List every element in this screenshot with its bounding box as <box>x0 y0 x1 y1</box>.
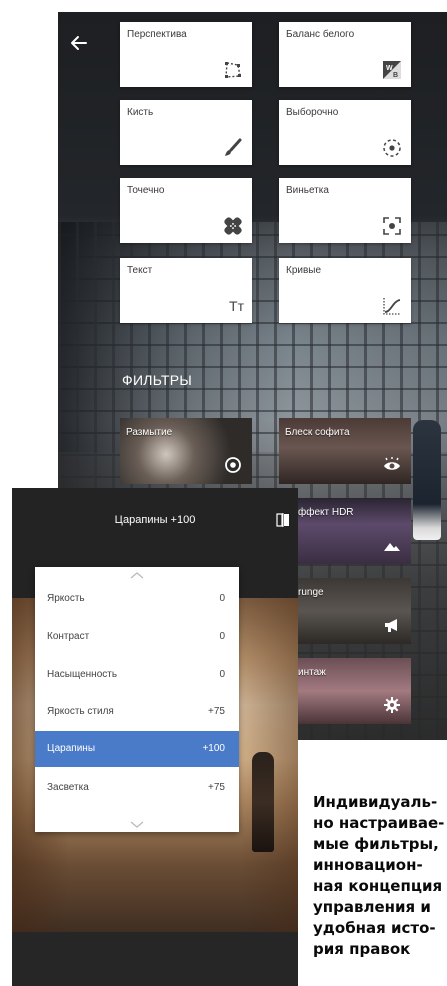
editor-title: Царапины +100 <box>114 514 196 526</box>
gear-icon <box>384 697 400 713</box>
menu-item-brightness[interactable]: Яркость 0 <box>35 581 239 617</box>
filter-blur[interactable]: Размытие <box>120 418 252 484</box>
tool-label: Кисть <box>127 107 154 118</box>
background-photo-person <box>413 420 441 540</box>
white-balance-icon: WB <box>383 61 401 79</box>
tool-vignette[interactable]: Виньетка <box>279 178 411 243</box>
menu-item-value: +75 <box>208 782 225 793</box>
filter-label: Размытие <box>126 427 173 438</box>
filter-label: интаж <box>298 667 326 678</box>
menu-item-name: Яркость <box>47 593 85 604</box>
filter-label: Блеск софита <box>285 427 350 438</box>
menu-item-name: Контраст <box>47 631 90 642</box>
vignette-icon <box>383 217 401 235</box>
filter-label: ффект HDR <box>298 507 354 518</box>
menu-item-value: +75 <box>208 706 225 717</box>
tool-label: Перспектива <box>127 29 187 40</box>
filter-hdr[interactable]: ффект HDR <box>296 498 411 564</box>
tool-label: Виньетка <box>286 185 329 196</box>
chevron-down-icon[interactable] <box>35 819 239 831</box>
menu-item-scratches[interactable]: Царапины +100 <box>35 731 239 767</box>
tool-white-balance[interactable]: Баланс белого WB <box>279 22 411 87</box>
menu-item-light-leaks[interactable]: Засветка +75 <box>35 770 239 806</box>
menu-item-name: Царапины <box>47 743 96 754</box>
tool-label: Кривые <box>286 265 322 276</box>
editor-top-bar: Царапины +100 <box>12 488 298 552</box>
menu-item-name: Засветка <box>47 782 89 793</box>
menu-item-value: 0 <box>219 631 225 642</box>
perspective-icon <box>225 62 241 78</box>
editor-screen: Царапины +100 Яркость 0 Контраст 0 Насыщ… <box>12 488 298 986</box>
eye-icon <box>384 457 400 470</box>
menu-item-saturation[interactable]: Насыщенность 0 <box>35 657 239 693</box>
filter-glamour-glow[interactable]: Блеск софита <box>279 418 411 484</box>
tool-label: Текст <box>127 265 153 276</box>
curves-icon <box>383 298 401 315</box>
svg-text:B: B <box>393 72 398 79</box>
menu-item-name: Насыщенность <box>47 669 118 680</box>
tool-curves[interactable]: Кривые <box>279 258 411 323</box>
brush-icon <box>225 138 242 156</box>
target-icon <box>225 457 241 473</box>
tool-text[interactable]: Текст Tт <box>120 258 252 323</box>
selective-icon <box>383 139 401 157</box>
tool-selective[interactable]: Выборочно <box>279 100 411 165</box>
edited-photo-person <box>252 752 274 852</box>
adjustment-menu: Яркость 0 Контраст 0 Насыщенность 0 Ярко… <box>35 567 239 832</box>
tool-label: Точечно <box>127 185 165 196</box>
menu-item-value: 0 <box>219 669 225 680</box>
megaphone-icon <box>385 619 397 632</box>
tool-brush[interactable]: Кисть <box>120 100 252 165</box>
menu-item-value: +100 <box>202 743 225 754</box>
filter-grunge[interactable]: runge <box>296 578 411 644</box>
menu-item-value: 0 <box>219 593 225 604</box>
compare-icon[interactable] <box>276 513 290 527</box>
filter-label: runge <box>298 587 324 598</box>
chevron-up-icon[interactable] <box>35 569 239 581</box>
tool-label: Баланс белого <box>286 29 355 40</box>
menu-item-contrast[interactable]: Контраст 0 <box>35 619 239 655</box>
editor-bottom-bar <box>12 932 298 986</box>
healing-icon <box>224 217 242 235</box>
menu-item-name: Яркость стиля <box>47 706 114 717</box>
filter-vintage[interactable]: интаж <box>296 658 411 724</box>
tool-label: Выборочно <box>286 107 339 118</box>
text-icon: Tт <box>229 298 244 314</box>
back-arrow-icon[interactable] <box>68 32 90 54</box>
tool-healing[interactable]: Точечно <box>120 178 252 243</box>
article-caption: Индивидуаль- но настраивае- мые фильтры,… <box>313 793 445 958</box>
filters-header: ФИЛЬТРЫ <box>122 372 193 388</box>
svg-text:W: W <box>386 65 393 72</box>
mountain-icon <box>384 543 400 551</box>
tool-perspective[interactable]: Перспектива <box>120 22 252 87</box>
menu-item-style-brightness[interactable]: Яркость стиля +75 <box>35 694 239 730</box>
